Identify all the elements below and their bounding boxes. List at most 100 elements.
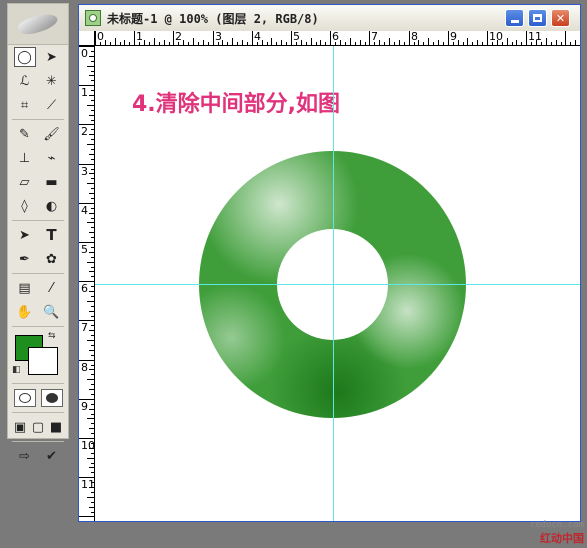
ruler-tick bbox=[222, 40, 223, 45]
ruler-tick bbox=[262, 40, 263, 45]
ruler-tick bbox=[149, 42, 150, 45]
magic-wand-tool-icon[interactable]: ✳ bbox=[41, 71, 63, 91]
ruler-tick bbox=[252, 31, 253, 45]
ruler-tick bbox=[428, 38, 429, 45]
ruler-label: 4 bbox=[81, 204, 88, 217]
canvas[interactable]: 4.清除中间部分,如图 bbox=[95, 46, 580, 521]
ruler-tick bbox=[173, 31, 174, 45]
ruler-tick bbox=[565, 31, 566, 45]
toolbox: ◯ ➤ ℒ ✳ ⌗ ⟋ ✎ 🖌 ⊥ ⌁ ▱ ▬ ◊ ◐ ➤ T ✒ ✿ ▤ ⁄ … bbox=[7, 3, 69, 464]
ruler-tick bbox=[91, 316, 94, 317]
screen-mode-full-menu-icon[interactable]: ▢ bbox=[29, 417, 47, 437]
ruler-tick bbox=[463, 42, 464, 45]
marquee-tool-icon[interactable]: ◯ bbox=[13, 47, 36, 67]
dodge-tool-icon[interactable]: ◐ bbox=[41, 196, 63, 216]
toolbox-header[interactable] bbox=[8, 4, 68, 45]
ruler-tick bbox=[404, 42, 405, 45]
ruler-tick bbox=[91, 100, 94, 101]
ruler-tick bbox=[154, 38, 155, 45]
maximize-button[interactable] bbox=[528, 9, 547, 27]
screen-mode-full-icon[interactable]: ■ bbox=[47, 417, 65, 437]
standard-mode-button[interactable] bbox=[13, 389, 36, 407]
minimize-button[interactable] bbox=[505, 9, 524, 27]
ruler-tick bbox=[91, 365, 94, 366]
swap-colors-icon[interactable]: ⇆ bbox=[48, 331, 56, 341]
ruler-tick bbox=[87, 222, 94, 223]
ruler-tick bbox=[551, 42, 552, 45]
ruler-label: 1 bbox=[136, 30, 143, 43]
clone-stamp-tool-icon[interactable]: ⊥ bbox=[14, 148, 36, 168]
move-tool-icon[interactable]: ➤ bbox=[41, 47, 63, 67]
ruler-tick bbox=[91, 51, 94, 52]
ruler-tick bbox=[91, 80, 94, 81]
close-button[interactable]: ✕ bbox=[551, 9, 570, 27]
ruler-tick bbox=[521, 42, 522, 45]
ruler-label: 0 bbox=[97, 30, 104, 43]
ruler-tick bbox=[91, 502, 94, 503]
gradient-tool-icon[interactable]: ▬ bbox=[41, 172, 63, 192]
blur-tool-icon[interactable]: ◊ bbox=[14, 196, 36, 216]
slice-tool-icon[interactable]: ⟋ bbox=[41, 95, 63, 115]
jump-to-imageready-icon[interactable]: ⇨ bbox=[14, 446, 36, 466]
ruler-tick bbox=[286, 42, 287, 45]
ruler-tick bbox=[91, 306, 94, 307]
vertical-ruler[interactable]: 0 1 2 3 4 5 6 7 8 9 10 11 bbox=[79, 46, 95, 521]
horizontal-ruler[interactable]: 0 1 2 3 4 5 6 7 8 9 10 11 bbox=[95, 31, 580, 46]
path-selection-tool-icon[interactable]: ➤ bbox=[14, 225, 36, 245]
history-brush-tool-icon[interactable]: ⌁ bbox=[41, 148, 63, 168]
ruler-tick bbox=[213, 31, 214, 45]
background-color-swatch[interactable] bbox=[28, 347, 58, 375]
ruler-label: 10 bbox=[81, 439, 95, 452]
eraser-tool-icon[interactable]: ▱ bbox=[14, 172, 36, 192]
ruler-tick bbox=[247, 42, 248, 45]
ruler-tick bbox=[208, 42, 209, 45]
ruler-tick bbox=[291, 31, 292, 45]
brush-tool-icon[interactable]: 🖌 bbox=[41, 124, 63, 144]
feather-logo-icon bbox=[16, 10, 60, 38]
ruler-tick bbox=[448, 31, 449, 45]
title-bar[interactable]: 未标题-1 @ 100% (图层 2, RGB/8) ✕ bbox=[79, 5, 580, 31]
ruler-tick bbox=[169, 42, 170, 45]
ruler-tick bbox=[570, 42, 571, 45]
ruler-tick bbox=[91, 384, 94, 385]
ruler-tick bbox=[507, 38, 508, 45]
zoom-tool-icon[interactable]: 🔍 bbox=[41, 302, 63, 322]
healing-brush-tool-icon[interactable]: ✎ bbox=[14, 124, 36, 144]
ruler-tick bbox=[512, 42, 513, 45]
horizontal-guide[interactable] bbox=[95, 284, 580, 285]
notes-tool-icon[interactable]: ▤ bbox=[14, 278, 36, 298]
ruler-tick bbox=[91, 276, 94, 277]
pen-tool-icon[interactable]: ✒ bbox=[14, 249, 36, 269]
ruler-tick bbox=[384, 42, 385, 45]
ruler-tick bbox=[95, 31, 96, 45]
ruler-origin[interactable] bbox=[79, 31, 95, 46]
minimize-icon bbox=[510, 19, 519, 23]
default-colors-icon[interactable]: ◧ bbox=[12, 365, 21, 375]
ruler-tick bbox=[389, 38, 390, 45]
ruler-tick bbox=[91, 247, 94, 248]
ruler-label: 6 bbox=[332, 30, 339, 43]
lasso-tool-icon[interactable]: ℒ bbox=[14, 71, 36, 91]
hand-tool-icon[interactable]: ✋ bbox=[14, 302, 36, 322]
document-icon bbox=[85, 10, 101, 26]
ruler-tick bbox=[91, 325, 94, 326]
ruler-tick bbox=[91, 159, 94, 160]
quick-mask-mode-button[interactable] bbox=[40, 389, 63, 407]
ruler-tick bbox=[91, 237, 94, 238]
maximize-icon bbox=[533, 14, 542, 22]
edit-in-imageready-icon[interactable]: ✔ bbox=[41, 446, 63, 466]
ruler-tick bbox=[91, 394, 94, 395]
type-tool-icon[interactable]: T bbox=[41, 225, 63, 245]
watermark-url: redocn.com bbox=[529, 520, 584, 530]
eyedropper-tool-icon[interactable]: ⁄ bbox=[41, 278, 63, 298]
ruler-label: 3 bbox=[81, 165, 88, 178]
ruler-tick bbox=[110, 42, 111, 45]
ruler-tick bbox=[89, 350, 94, 351]
screen-mode-standard-icon[interactable]: ▣ bbox=[11, 417, 29, 437]
ruler-tick bbox=[91, 414, 94, 415]
ruler-tick bbox=[144, 40, 145, 45]
ruler-tick bbox=[311, 38, 312, 45]
custom-shape-tool-icon[interactable]: ✿ bbox=[41, 249, 63, 269]
crop-tool-icon[interactable]: ⌗ bbox=[14, 95, 36, 115]
ruler-tick bbox=[89, 134, 94, 135]
